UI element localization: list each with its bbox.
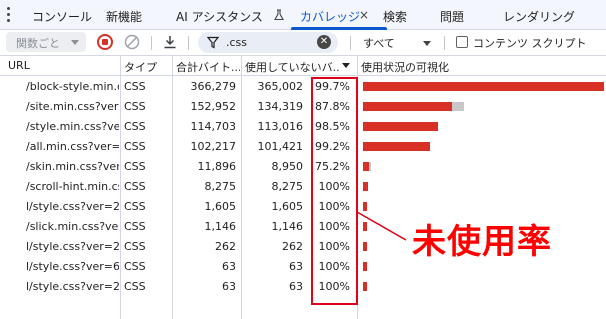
unused-rate-annotation-label: 未使用率 — [412, 222, 552, 262]
annotation-pointer-line — [356, 211, 407, 241]
